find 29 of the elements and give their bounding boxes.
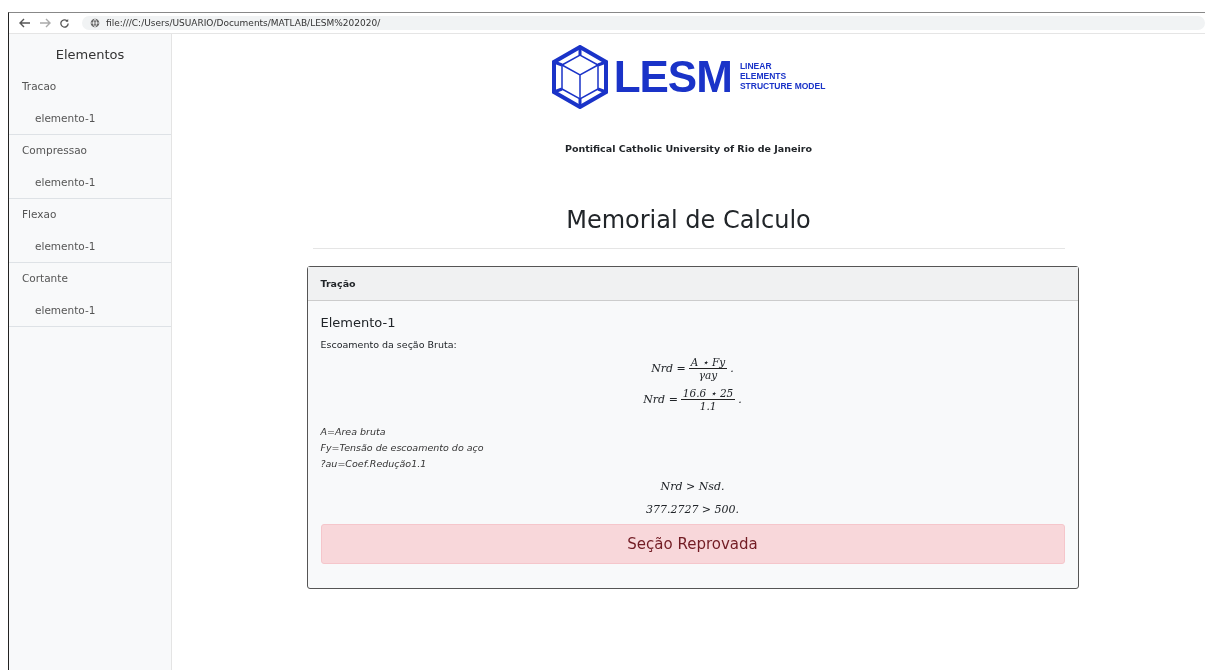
logo-wordmark: LESM bbox=[613, 52, 732, 102]
university-name: Pontifical Catholic University of Rio de Janeiro bbox=[565, 143, 812, 154]
reload-icon[interactable] bbox=[59, 17, 70, 29]
sidebar-item[interactable]: elemento-1 bbox=[9, 296, 171, 326]
sidebar-heading[interactable]: Flexao bbox=[9, 199, 171, 232]
formula: Nrd > Nsd. bbox=[660, 479, 725, 496]
legend-text: A=Area bruta bbox=[320, 425, 387, 439]
back-icon[interactable] bbox=[19, 18, 31, 28]
sidebar-heading[interactable]: Compressao bbox=[9, 135, 171, 168]
address-bar[interactable]: file:///C:/Users/USUARIO/Documents/MATLAB/LESM%202020/ bbox=[82, 16, 1205, 30]
page-heading: Memorial de Calculo bbox=[312, 206, 1065, 249]
logo-tagline: ELEMENTS bbox=[739, 72, 788, 82]
legend-text: ?au=Coef.Redução1.1 bbox=[320, 457, 428, 472]
sidebar-heading[interactable]: Cortante bbox=[9, 263, 171, 296]
intro-text: Escoamento da seção Bruta: bbox=[320, 339, 458, 350]
cube-logo-icon bbox=[551, 45, 608, 109]
sidebar-heading[interactable]: Tracao bbox=[9, 71, 171, 104]
logo-tagline: LINEAR bbox=[739, 62, 773, 73]
formula: 377.2727 > 500. bbox=[645, 502, 740, 519]
sidebar-item[interactable]: elemento-1 bbox=[9, 232, 171, 262]
legend-text: Fy=Tensão de escoamento do aço bbox=[320, 441, 485, 456]
logo-tagline: STRUCTURE MODEL bbox=[739, 81, 826, 92]
sidebar-title: Elementos bbox=[54, 46, 126, 64]
result-alert: Seção Reprovada bbox=[320, 524, 1065, 565]
globe-icon bbox=[90, 18, 100, 28]
sidebar-item[interactable]: elemento-1 bbox=[9, 104, 171, 134]
card-title: Elemento-1 bbox=[320, 315, 397, 330]
card-header: Tração bbox=[307, 267, 1078, 301]
sidebar-item[interactable]: elemento-1 bbox=[9, 168, 171, 198]
